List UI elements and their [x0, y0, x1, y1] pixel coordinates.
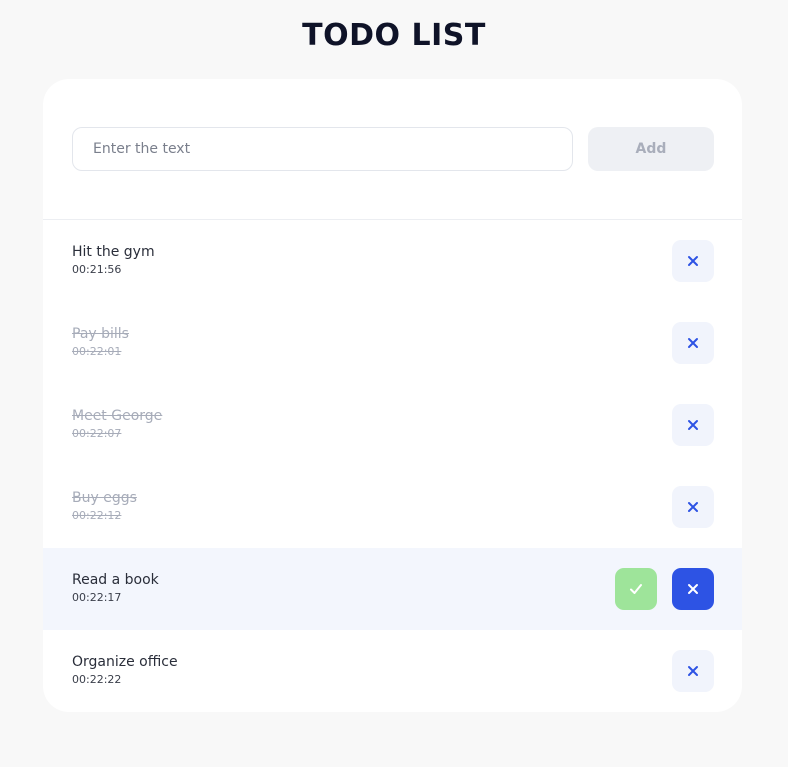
close-icon [687, 337, 699, 349]
close-icon [687, 501, 699, 513]
delete-button[interactable] [672, 240, 714, 282]
todo-item: Meet George 00:22:07 [43, 384, 742, 466]
todo-time: 00:21:56 [72, 263, 122, 276]
todo-text: Meet George [72, 408, 163, 424]
todo-item: Buy eggs 00:22:12 [43, 466, 742, 548]
todo-time: 00:22:12 [72, 509, 122, 522]
complete-button[interactable] [615, 568, 657, 610]
close-icon [687, 419, 699, 431]
delete-button[interactable] [672, 650, 714, 692]
todo-text: Buy eggs [72, 490, 137, 506]
delete-button[interactable] [672, 568, 714, 610]
page-title: TODO LIST [302, 18, 486, 53]
todo-text: Organize office [72, 654, 178, 670]
delete-button[interactable] [672, 404, 714, 446]
todo-text: Pay bills [72, 326, 129, 342]
add-button[interactable]: Add [588, 127, 714, 171]
todo-time: 00:22:01 [72, 345, 122, 358]
todo-item: Hit the gym 00:21:56 [43, 220, 742, 302]
todo-text: Hit the gym [72, 244, 155, 260]
todo-time: 00:22:17 [72, 591, 122, 604]
close-icon [687, 583, 699, 595]
close-icon [687, 665, 699, 677]
todo-text: Read a book [72, 572, 159, 588]
add-todo-form: Add [72, 127, 714, 171]
todo-item: Pay bills 00:22:01 [43, 302, 742, 384]
todo-text-input[interactable] [72, 127, 573, 171]
todo-item: Organize office 00:22:22 [43, 630, 742, 712]
todo-card: Add Hit the gym 00:21:56 Pay bills 00:22… [43, 79, 742, 712]
todo-list: Hit the gym 00:21:56 Pay bills 00:22:01 … [43, 220, 742, 712]
close-icon [687, 255, 699, 267]
delete-button[interactable] [672, 322, 714, 364]
delete-button[interactable] [672, 486, 714, 528]
todo-item: Read a book 00:22:17 [43, 548, 742, 630]
todo-time: 00:22:22 [72, 673, 122, 686]
todo-time: 00:22:07 [72, 427, 122, 440]
check-icon [629, 583, 643, 595]
